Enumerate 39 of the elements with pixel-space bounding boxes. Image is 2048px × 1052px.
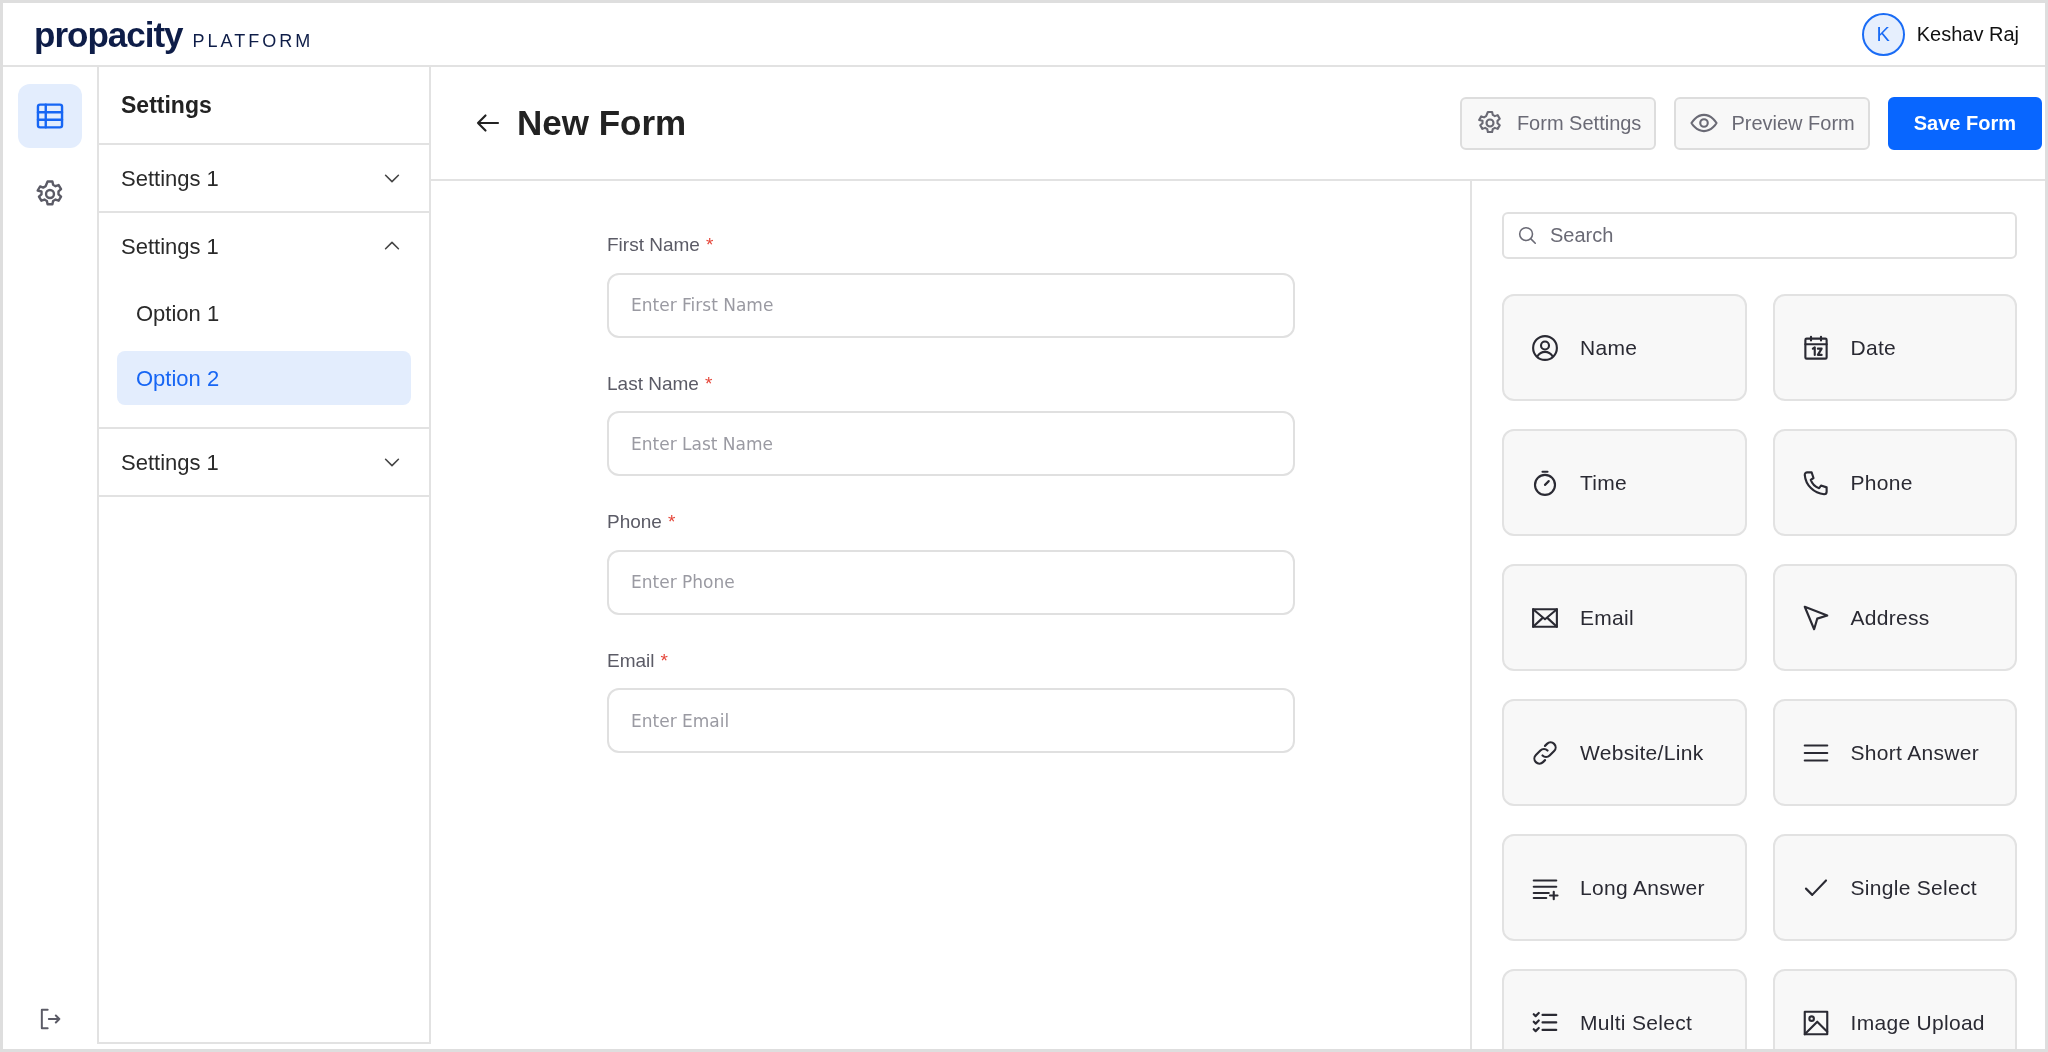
user-avatar[interactable]: K <box>1861 12 1905 56</box>
required-mark: * <box>667 510 676 534</box>
search-field[interactable]: Search <box>1502 212 2017 259</box>
field-type-card[interactable]: Short Answer <box>1772 699 2017 806</box>
field-type-card[interactable]: Image Upload <box>1772 969 2017 1049</box>
field-type-card[interactable]: Name <box>1502 294 1747 401</box>
field-type-card[interactable]: Long Answer <box>1502 834 1747 941</box>
field-type-card[interactable]: Address <box>1772 564 2017 671</box>
field-type-card[interactable]: Time <box>1502 429 1747 536</box>
input-field[interactable]: Enter Phone <box>607 549 1295 615</box>
logo-suffix: PLATFORM <box>192 31 314 50</box>
logo-wordmark: propacity <box>34 16 183 52</box>
field-type-card[interactable]: Multi Select <box>1502 969 1747 1049</box>
input-field[interactable]: Enter Last Name <box>607 411 1295 476</box>
page-title: New Form <box>517 101 688 144</box>
save-button[interactable]: Save Form <box>1887 96 2042 150</box>
input-field[interactable]: Enter Email <box>607 688 1295 753</box>
option-item[interactable]: Option 2 <box>117 351 411 405</box>
input-field[interactable]: Enter First Name <box>607 272 1295 338</box>
field-type-card[interactable]: Website/Link <box>1502 699 1747 806</box>
field-type-card[interactable]: Date <box>1772 294 2017 401</box>
user-icon <box>1530 332 1560 363</box>
preview-button[interactable]: Preview Form <box>1674 96 1870 150</box>
search-icon <box>1516 224 1538 246</box>
panel-title: Settings <box>121 90 212 120</box>
field-label: First Name <box>607 233 700 257</box>
field-label: Phone <box>607 510 662 534</box>
required-mark: * <box>704 371 713 396</box>
field-type-card[interactable]: Email <box>1502 564 1747 671</box>
user-name: Keshav Raj <box>1916 22 2019 47</box>
field-label: Last Name <box>607 371 699 396</box>
option-item[interactable]: Option 1 <box>117 286 411 340</box>
field-type-card[interactable]: Single Select <box>1772 834 2017 941</box>
field-type-card[interactable]: Phone <box>1772 429 2017 536</box>
rail-button[interactable] <box>18 84 82 148</box>
required-mark: * <box>660 648 668 673</box>
required-mark: * <box>705 233 714 257</box>
form-settings-button[interactable]: Form Settings <box>1459 96 1657 150</box>
field-label: Email <box>607 648 655 673</box>
